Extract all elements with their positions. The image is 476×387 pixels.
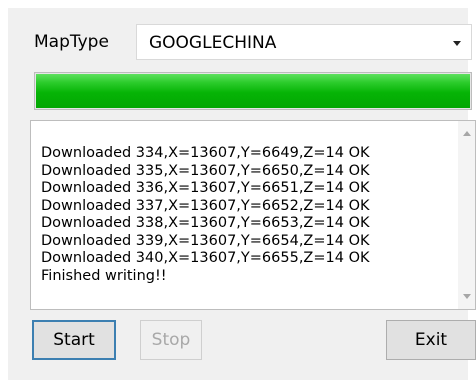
progress-fill bbox=[36, 74, 470, 108]
log-line: Downloaded 337,X=13607,Y=6652,Z=14 OK bbox=[41, 197, 370, 214]
log-scrollbar[interactable] bbox=[458, 121, 475, 309]
scroll-down-arrow-icon[interactable] bbox=[463, 294, 471, 299]
log-line: Finished writing!! bbox=[41, 267, 167, 284]
chevron-down-icon[interactable] bbox=[453, 41, 461, 46]
scroll-up-arrow-icon[interactable] bbox=[463, 131, 471, 136]
log-line: Downloaded 339,X=13607,Y=6654,Z=14 OK bbox=[41, 232, 370, 249]
log-line: Downloaded 334,X=13607,Y=6649,Z=14 OK bbox=[41, 145, 370, 161]
maptype-selected-value: GOOGLECHINA bbox=[149, 33, 277, 53]
log-line: Downloaded 336,X=13607,Y=6651,Z=14 OK bbox=[41, 180, 370, 196]
log-textarea[interactable]: Downloaded 334,X=13607,Y=6649,Z=14 OK Do… bbox=[30, 120, 476, 310]
log-text: Downloaded 334,X=13607,Y=6649,Z=14 OK Do… bbox=[41, 145, 370, 285]
start-button[interactable]: Start bbox=[32, 320, 116, 360]
log-line: Downloaded 340,X=13607,Y=6655,Z=14 OK bbox=[41, 250, 370, 266]
download-progress-bar bbox=[34, 72, 472, 110]
log-line: Downloaded 338,X=13607,Y=6653,Z=14 OK bbox=[41, 215, 370, 231]
main-panel: MapType GOOGLECHINA Downloaded 334,X=136… bbox=[8, 8, 476, 380]
exit-button[interactable]: Exit bbox=[386, 320, 476, 360]
maptype-label: MapType bbox=[34, 32, 109, 52]
maptype-select[interactable]: GOOGLECHINA bbox=[136, 24, 472, 60]
log-line: Downloaded 335,X=13607,Y=6650,Z=14 OK bbox=[41, 162, 370, 179]
stop-button[interactable]: Stop bbox=[140, 320, 202, 360]
